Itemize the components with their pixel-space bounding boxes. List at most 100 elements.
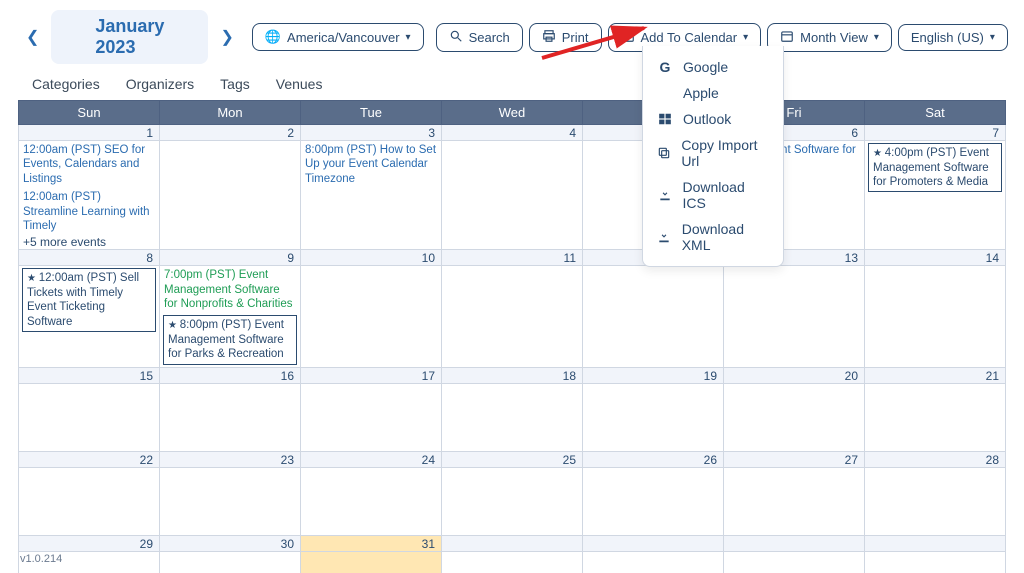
day-cell[interactable]: 12:00am (PST) SEO for Events, Calendars … <box>19 141 160 250</box>
calendar-event[interactable]: 4:00pm (PST) Event Management Software f… <box>868 143 1002 192</box>
add-to-calendar-label: Add To Calendar <box>641 30 738 45</box>
search-button[interactable]: Search <box>436 23 523 52</box>
timezone-selector[interactable]: 🌐 America/Vancouver ▾ <box>252 23 424 51</box>
day-cell[interactable] <box>160 383 301 451</box>
day-cell[interactable] <box>724 467 865 535</box>
day-number-cell[interactable]: 23 <box>160 451 301 467</box>
day-cell[interactable] <box>442 551 583 573</box>
day-number-cell[interactable]: 4 <box>442 125 583 141</box>
day-cell[interactable] <box>442 141 583 250</box>
day-number-cell[interactable]: 22 <box>19 451 160 467</box>
chevron-down-icon: ▾ <box>990 32 995 43</box>
calendar-event[interactable]: 12:00am (PST) Streamline Learning with T… <box>19 188 159 235</box>
day-header: Wed <box>442 101 583 125</box>
day-number-cell[interactable]: 25 <box>442 451 583 467</box>
calendar-event[interactable]: 12:00am (PST) SEO for Events, Calendars … <box>19 141 159 188</box>
calendar-event[interactable]: 8:00pm (PST) How to Set Up your Event Ca… <box>301 141 441 188</box>
day-number-cell[interactable]: 7 <box>865 125 1006 141</box>
more-events-link[interactable]: +5 more events <box>19 235 159 249</box>
day-number-cell[interactable]: 28 <box>865 451 1006 467</box>
menu-apple-label: Apple <box>683 85 719 101</box>
day-cell[interactable]: 7:00pm (PST) Event Management Software f… <box>160 266 301 367</box>
day-number-cell[interactable]: 15 <box>19 367 160 383</box>
day-number-cell[interactable]: 18 <box>442 367 583 383</box>
view-selector[interactable]: Month View ▾ <box>767 23 892 52</box>
day-number-cell[interactable]: 10 <box>301 250 442 266</box>
day-cell[interactable] <box>442 383 583 451</box>
calendar-icon <box>780 29 794 46</box>
day-number-cell[interactable]: 9 <box>160 250 301 266</box>
day-number-cell[interactable]: 16 <box>160 367 301 383</box>
day-cell[interactable] <box>19 383 160 451</box>
calendar-event[interactable]: 7:00pm (PST) Event Management Software f… <box>160 266 300 313</box>
filter-categories[interactable]: Categories <box>32 76 100 92</box>
day-cell[interactable] <box>301 467 442 535</box>
day-cell[interactable] <box>865 383 1006 451</box>
day-number-cell[interactable]: 3 <box>301 125 442 141</box>
prev-month-button[interactable]: ❮ <box>20 23 45 51</box>
day-cell[interactable] <box>724 266 865 367</box>
language-selector[interactable]: English (US) ▾ <box>898 24 1008 51</box>
day-cell[interactable] <box>160 141 301 250</box>
menu-copy-url[interactable]: Copy Import Url <box>643 132 783 174</box>
day-number-cell[interactable] <box>724 535 865 551</box>
day-cell[interactable]: 4:00pm (PST) Event Management Software f… <box>865 141 1006 250</box>
day-cell[interactable]: 12:00am (PST) Sell Tickets with Timely E… <box>19 266 160 367</box>
download-icon <box>657 188 672 202</box>
day-cell[interactable] <box>160 467 301 535</box>
day-cell[interactable] <box>19 467 160 535</box>
menu-outlook[interactable]: Outlook <box>643 106 783 132</box>
day-number-cell[interactable]: 26 <box>583 451 724 467</box>
day-number-cell[interactable]: 11 <box>442 250 583 266</box>
day-number-cell[interactable]: 21 <box>865 367 1006 383</box>
menu-download-xml[interactable]: Download XML <box>643 216 783 258</box>
day-cell[interactable] <box>583 551 724 573</box>
day-cell[interactable]: 8:00pm (PST) How to Set Up your Event Ca… <box>301 141 442 250</box>
filter-venues[interactable]: Venues <box>276 76 323 92</box>
calendar-event[interactable]: 8:00pm (PST) Event Management Software f… <box>163 315 297 364</box>
day-number-cell[interactable]: 8 <box>19 250 160 266</box>
filter-organizers[interactable]: Organizers <box>126 76 194 92</box>
day-number-cell[interactable]: 20 <box>724 367 865 383</box>
menu-download-ics[interactable]: Download ICS <box>643 174 783 216</box>
calendar-event[interactable]: 12:00am (PST) Sell Tickets with Timely E… <box>22 268 156 332</box>
day-cell[interactable] <box>301 383 442 451</box>
next-month-button[interactable]: ❯ <box>214 23 239 51</box>
print-button[interactable]: Print <box>529 23 602 52</box>
day-number-cell[interactable]: 19 <box>583 367 724 383</box>
day-number-cell[interactable]: 17 <box>301 367 442 383</box>
filter-tags[interactable]: Tags <box>220 76 250 92</box>
menu-google[interactable]: G Google <box>643 54 783 80</box>
day-cell[interactable] <box>724 383 865 451</box>
day-number-cell[interactable]: 24 <box>301 451 442 467</box>
menu-apple[interactable]: Apple <box>643 80 783 106</box>
day-cell[interactable] <box>442 266 583 367</box>
chevron-down-icon: ▾ <box>743 32 748 43</box>
day-number-cell[interactable]: 14 <box>865 250 1006 266</box>
calendar-grid: SunMonTueWedThuFriSat 123456712:00am (PS… <box>18 100 1006 573</box>
day-cell[interactable] <box>583 383 724 451</box>
day-number-cell[interactable]: 2 <box>160 125 301 141</box>
day-cell[interactable] <box>442 467 583 535</box>
current-month-title[interactable]: January 2023 <box>51 10 208 64</box>
day-cell[interactable] <box>583 266 724 367</box>
day-number-cell[interactable]: 30 <box>160 535 301 551</box>
day-cell[interactable] <box>583 467 724 535</box>
copy-icon <box>657 146 671 160</box>
day-cell[interactable] <box>865 467 1006 535</box>
google-icon: G <box>657 59 673 75</box>
day-cell[interactable] <box>865 551 1006 573</box>
day-number-cell[interactable] <box>583 535 724 551</box>
day-number-cell[interactable]: 27 <box>724 451 865 467</box>
day-cell[interactable] <box>160 551 301 573</box>
day-number-cell[interactable] <box>865 535 1006 551</box>
day-number-cell[interactable]: 1 <box>19 125 160 141</box>
day-cell[interactable] <box>301 266 442 367</box>
day-number-cell[interactable]: 31 <box>301 535 442 551</box>
globe-icon: 🌐 <box>265 29 281 45</box>
day-number-cell[interactable] <box>442 535 583 551</box>
day-number-cell[interactable]: 29 <box>19 535 160 551</box>
day-cell[interactable] <box>301 551 442 573</box>
day-cell[interactable] <box>724 551 865 573</box>
day-cell[interactable] <box>865 266 1006 367</box>
